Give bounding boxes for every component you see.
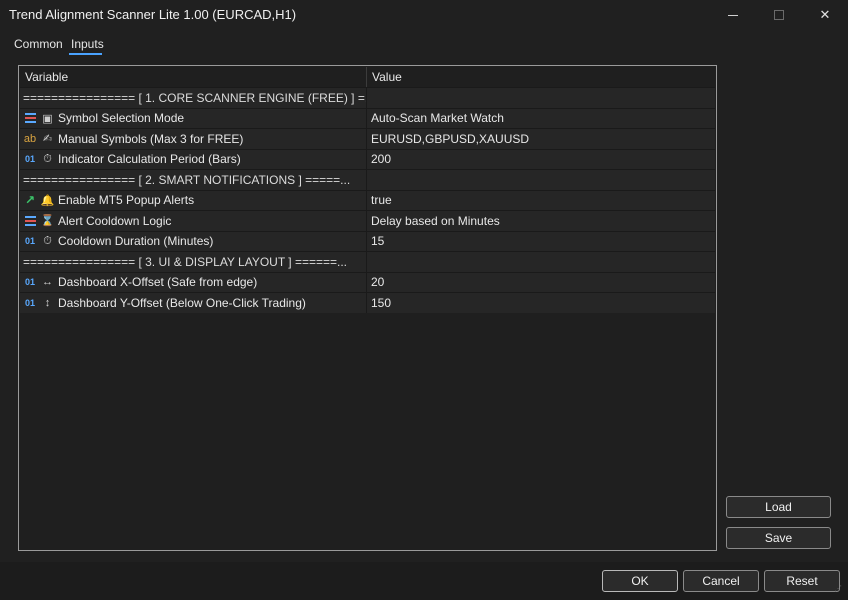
variable-cell: ▣ Symbol Selection Mode (20, 109, 366, 129)
variable-cell: ↗ 🔔 Enable MT5 Popup Alerts (20, 191, 366, 211)
section-label: ================ [ 1. CORE SCANNER ENGIN… (23, 90, 366, 105)
inputs-panel: Variable Value ================ [ 1. COR… (18, 65, 717, 551)
variable-cell: ab ✍ Manual Symbols (Max 3 for FREE) (20, 129, 366, 149)
minimize-icon (728, 14, 738, 16)
value-cell (367, 252, 715, 272)
table-row[interactable]: 01 ⏱ Indicator Calculation Period (Bars) 20… (20, 148, 715, 170)
tab-inputs[interactable]: Inputs (71, 37, 104, 51)
resize-grip-icon[interactable]: ⋰ (834, 585, 844, 596)
maximize-icon (774, 10, 784, 20)
integer-01-icon: 01 (24, 236, 35, 247)
value-text: true (371, 193, 392, 208)
value-cell[interactable]: 15 (367, 232, 715, 252)
minimize-button[interactable] (710, 0, 756, 30)
table-row[interactable]: ab ✍ Manual Symbols (Max 3 for FREE) EURUSD… (20, 128, 715, 149)
value-text: 15 (371, 234, 385, 249)
value-text: Auto-Scan Market Watch (371, 111, 504, 126)
enum-list-icon (23, 111, 37, 125)
integer-01-icon: 01 (24, 297, 35, 308)
variable-label: Cooldown Duration (Minutes) (58, 234, 214, 249)
enum-list-icon (23, 214, 37, 228)
variable-label: Enable MT5 Popup Alerts (58, 193, 195, 208)
close-icon: ✕ (819, 7, 831, 22)
ok-button[interactable]: OK (602, 570, 678, 592)
variable-label: Indicator Calculation Period (Bars) (58, 152, 241, 167)
vertical-arrows-icon: ↕ (44, 296, 51, 309)
table-row[interactable]: 01 ↔ Dashboard X-Offset (Safe from edge) 20 (20, 271, 715, 293)
value-cell[interactable]: 150 (367, 293, 715, 313)
value-cell[interactable]: true (367, 191, 715, 211)
variable-cell: ================ [ 3. UI & DISPLAY LAYOU… (20, 252, 366, 272)
variable-label: Manual Symbols (Max 3 for FREE) (58, 131, 244, 146)
title-bar: Trend Alignment Scanner Lite 1.00 (EURCA… (0, 0, 848, 30)
integer-01-icon: 01 (24, 277, 35, 288)
table-header: Variable Value (20, 67, 715, 87)
section-label: ================ [ 3. UI & DISPLAY LAYOU… (23, 254, 348, 269)
integer-01-icon: 01 (24, 154, 35, 165)
timer-icon: ⏱ (43, 152, 52, 165)
value-cell[interactable]: EURUSD,GBPUSD,XAUUSD (367, 129, 715, 149)
horizontal-arrows-icon: ↔ (42, 276, 53, 289)
section-label: ================ [ 2. SMART NOTIFICATION… (23, 172, 351, 187)
variable-cell: 01 ⏱ Cooldown Duration (Minutes) (20, 232, 366, 252)
active-tab-indicator (69, 53, 102, 55)
variable-label: Alert Cooldown Logic (58, 213, 172, 228)
variable-cell: 01 ↔ Dashboard X-Offset (Safe from edge) (20, 273, 366, 293)
cancel-button[interactable]: Cancel (683, 570, 759, 592)
value-text: Delay based on Minutes (371, 213, 500, 228)
load-button[interactable]: Load (726, 496, 831, 518)
tab-bar: Common Inputs (0, 30, 848, 56)
bool-arrow-icon: ↗ (24, 193, 36, 208)
reset-button[interactable]: Reset (764, 570, 840, 592)
column-divider[interactable] (366, 67, 367, 87)
column-header-value[interactable]: Value (372, 70, 402, 84)
hourglass-icon: ⌛ (40, 215, 55, 228)
section-row[interactable]: ================ [ 2. SMART NOTIFICATION… (20, 169, 715, 190)
table-row[interactable]: ⌛ Alert Cooldown Logic Delay based on Minu… (20, 210, 715, 231)
variable-label: Dashboard X-Offset (Safe from edge) (58, 275, 258, 290)
table-row[interactable]: ▣ Symbol Selection Mode Auto-Scan Market W… (20, 107, 715, 129)
tab-common[interactable]: Common (14, 37, 63, 51)
table-row[interactable]: ↗ 🔔 Enable MT5 Popup Alerts true (20, 189, 715, 211)
close-button[interactable]: ✕ (802, 0, 848, 30)
value-cell[interactable]: 200 (367, 150, 715, 170)
variable-cell: ⌛ Alert Cooldown Logic (20, 211, 366, 231)
window-title: Trend Alignment Scanner Lite 1.00 (EURCA… (9, 7, 297, 22)
variable-cell: 01 ⏱ Indicator Calculation Period (Bars) (20, 150, 366, 170)
maximize-button[interactable] (756, 0, 802, 30)
table-row[interactable]: 01 ↕ Dashboard Y-Offset (Below One-Click T… (20, 292, 715, 313)
section-row[interactable]: ================ [ 3. UI & DISPLAY LAYOU… (20, 251, 715, 272)
save-button[interactable]: Save (726, 527, 831, 549)
variable-label: Symbol Selection Mode (58, 111, 185, 126)
value-cell (367, 88, 715, 108)
value-text: EURUSD,GBPUSD,XAUUSD (371, 131, 530, 146)
value-text: 200 (371, 152, 392, 167)
value-text: 150 (371, 295, 392, 310)
section-row[interactable]: ================ [ 1. CORE SCANNER ENGIN… (20, 87, 715, 108)
timer-icon: ⏱ (43, 234, 52, 247)
value-cell[interactable]: 20 (367, 273, 715, 293)
string-ab-icon: ab (23, 132, 37, 145)
inputs-table: Variable Value ================ [ 1. COR… (20, 67, 715, 313)
table-row[interactable]: 01 ⏱ Cooldown Duration (Minutes) 15 (20, 230, 715, 252)
pen-icon: ✍ (42, 133, 53, 146)
value-cell[interactable]: Auto-Scan Market Watch (367, 109, 715, 129)
variable-cell: 01 ↕ Dashboard Y-Offset (Below One-Click T… (20, 293, 366, 313)
column-header-variable[interactable]: Variable (25, 70, 68, 84)
variable-label: Dashboard Y-Offset (Below One-Click Trad… (58, 295, 306, 310)
variable-cell: ================ [ 2. SMART NOTIFICATION… (20, 170, 366, 190)
bell-icon: 🔔 (40, 194, 55, 207)
value-cell (367, 170, 715, 190)
value-text: 20 (371, 275, 385, 290)
chart-icon: ▣ (42, 112, 53, 125)
value-cell[interactable]: Delay based on Minutes (367, 211, 715, 231)
variable-cell: ================ [ 1. CORE SCANNER ENGIN… (20, 88, 366, 108)
